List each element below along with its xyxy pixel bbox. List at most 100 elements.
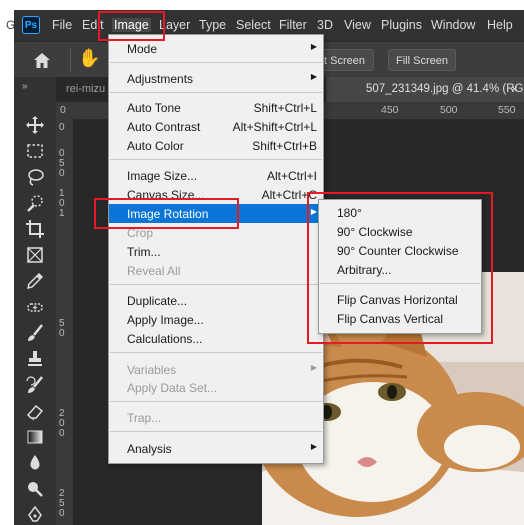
healing-brush-tool-icon[interactable] [25,297,45,317]
menu-item-label: Auto Contrast [127,120,201,134]
menu-plugins[interactable]: Plugins [381,18,422,32]
move-tool-icon[interactable] [25,115,45,135]
blur-tool-icon[interactable] [25,453,45,473]
fill-screen-button[interactable]: Fill Screen [388,49,456,71]
ruler-tick: 550 [498,104,516,116]
submenu-arrow-icon: ▶ [310,42,317,51]
menu-item-duplicate[interactable]: Duplicate... [109,291,323,310]
menu-window[interactable]: Window [431,18,475,32]
menu-separator [110,431,322,432]
clone-stamp-tool-icon[interactable] [25,349,45,369]
photoshop-logo[interactable]: Ps [22,16,40,34]
menu-file[interactable]: File [52,18,72,32]
ruler-digit: 0 [59,198,65,209]
menu-item-auto-contrast[interactable]: Auto Contrast Alt+Shift+Ctrl+L [109,117,323,136]
menu-item-shortcut: Alt+Ctrl+I [266,169,317,183]
ruler-digit: 5 [59,498,65,509]
menu-item-label: Image Size... [127,169,198,183]
tools-panel: » [14,77,56,525]
menu-item-label: Apply Data Set... [127,381,218,395]
menu-item-label: Mode [127,42,158,56]
menu-separator [110,401,322,402]
menu-item-label: Reveal All [127,264,181,278]
submenu-arrow-icon: ▶ [310,442,317,451]
menu-help[interactable]: Help [487,18,513,32]
menu-item-variables[interactable]: Variables ▶ [109,360,323,379]
dodge-tool-icon[interactable] [25,479,45,499]
menu-item-label: Variables [127,363,177,377]
eyedropper-tool-icon[interactable] [25,271,45,291]
menu-item-mode[interactable]: Mode ▶ [109,39,323,58]
close-tab-icon[interactable]: × [511,82,518,96]
marquee-tool-icon[interactable] [25,141,45,161]
ruler-digit: 0 [59,168,65,179]
ruler-tick: 0 [60,104,66,116]
menu-view[interactable]: View [344,18,371,32]
document-tab-inactive[interactable]: rei-mizu [66,83,105,95]
menu-item-label: Apply Image... [127,313,204,327]
menu-item-trim[interactable]: Trim... [109,242,323,261]
ruler-digit: 2 [59,488,65,499]
menu-item-auto-tone[interactable]: Auto Tone Shift+Ctrl+L [109,98,323,117]
eraser-tool-icon[interactable] [25,401,45,421]
home-icon[interactable] [32,51,52,71]
lasso-tool-icon[interactable] [25,167,45,187]
menu-item-label: Auto Color [127,139,184,153]
frame-tool-icon[interactable] [25,245,45,265]
quick-selection-tool-icon[interactable] [25,193,45,213]
menu-type[interactable]: Type [199,18,226,32]
menu-item-shortcut: Shift+Ctrl+B [252,139,317,153]
annotation-box-image-menu [98,11,165,41]
annotation-box-rotation-submenu [307,192,493,344]
gradient-tool-icon[interactable] [25,427,45,447]
pen-tool-icon[interactable] [25,505,45,525]
menu-item-apply-data-set[interactable]: Apply Data Set... [109,378,323,397]
ruler-tick: 450 [381,104,399,116]
annotation-box-image-rotation [94,198,239,229]
ruler-digit: 0 [59,122,65,133]
ruler-digit: 5 [59,318,65,329]
submenu-arrow-icon: ▶ [310,72,317,81]
menu-item-label: Trim... [127,245,161,259]
ruler-digit: 2 [59,408,65,419]
brush-tool-icon[interactable] [25,323,45,343]
menu-item-shortcut: Alt+Shift+Ctrl+L [232,120,317,134]
menu-item-shortcut: Shift+Ctrl+L [253,101,317,115]
menu-item-auto-color[interactable]: Auto Color Shift+Ctrl+B [109,136,323,155]
menu-item-image-size[interactable]: Image Size... Alt+Ctrl+I [109,166,323,185]
menu-item-adjustments[interactable]: Adjustments ▶ [109,69,323,88]
ruler-tick: 500 [440,104,458,116]
crop-tool-icon[interactable] [25,219,45,239]
menu-select[interactable]: Select [236,18,271,32]
menu-separator [110,92,322,93]
hand-tool-icon[interactable]: ✋ [78,48,100,69]
menu-item-label: Auto Tone [127,101,181,115]
menu-item-reveal-all[interactable]: Reveal All [109,261,323,280]
ruler-digit: 0 [59,418,65,429]
ruler-digit: 0 [59,508,65,519]
submenu-arrow-icon: ▶ [310,363,317,372]
menu-separator [110,352,322,353]
ruler-digit: 0 [59,428,65,439]
options-separator [70,48,71,72]
ruler-digit: 5 [59,158,65,169]
vertical-ruler: 0 0 5 0 1 0 1 5 0 2 0 0 2 5 0 [56,119,74,525]
menu-3d[interactable]: 3D [317,18,333,32]
menu-item-trap[interactable]: Trap... [109,408,323,427]
menu-item-label: Adjustments [127,72,194,86]
menu-separator [110,284,322,285]
menu-filter[interactable]: Filter [279,18,307,32]
menu-item-label: Trap... [127,411,162,425]
ruler-digit: 0 [59,328,65,339]
ruler-digit: 1 [59,208,65,219]
menu-item-analysis[interactable]: Analysis ▶ [109,439,323,458]
collapse-icon[interactable]: » [22,81,28,92]
ruler-digit: 0 [59,148,65,159]
history-brush-tool-icon[interactable] [25,375,45,395]
ruler-digit: 1 [59,188,65,199]
document-tab-active[interactable]: 507_231349.jpg @ 41.4% (RGB/8#) × [326,77,524,102]
menu-separator [110,62,322,63]
menu-item-label: Analysis [127,442,172,456]
menu-item-apply-image[interactable]: Apply Image... [109,310,323,329]
menu-item-calculations[interactable]: Calculations... [109,329,323,348]
